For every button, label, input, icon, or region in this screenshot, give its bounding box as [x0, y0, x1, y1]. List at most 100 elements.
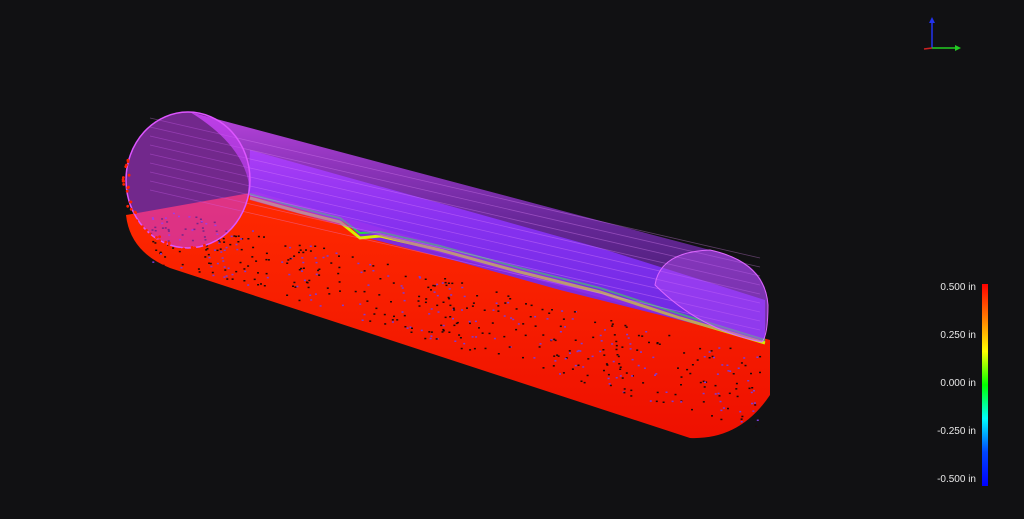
scan-point	[474, 320, 477, 323]
scan-point	[630, 389, 633, 392]
scan-point	[607, 373, 610, 376]
scan-point	[436, 304, 439, 307]
scan-point	[294, 286, 297, 288]
scan-point	[671, 400, 674, 403]
scan-point	[509, 298, 512, 300]
scan-point	[600, 340, 603, 342]
scan-point	[484, 347, 487, 350]
3d-viewport[interactable]: 0.500 in 0.250 in 0.000 in -0.250 in -0.…	[0, 0, 1024, 514]
scan-point	[155, 249, 158, 251]
scan-point	[288, 273, 291, 276]
scan-point	[178, 250, 181, 253]
scan-point	[754, 404, 757, 406]
scan-point	[292, 285, 294, 287]
scan-point	[131, 214, 134, 218]
scan-point	[314, 245, 317, 247]
scan-point	[429, 337, 432, 340]
scan-point	[445, 284, 448, 287]
scan-point	[418, 295, 421, 298]
scan-point	[582, 366, 585, 368]
scan-point	[216, 249, 219, 252]
scan-point	[296, 285, 299, 288]
scan-point	[497, 305, 500, 307]
scan-point	[637, 334, 640, 337]
scan-point	[384, 323, 387, 325]
scan-point	[602, 349, 605, 351]
scan-point	[689, 372, 692, 375]
scan-point	[655, 400, 658, 403]
legend-tick-label: -0.250 in	[937, 426, 976, 437]
scan-point	[208, 256, 211, 259]
scan-point	[557, 355, 560, 357]
scan-point	[203, 243, 206, 247]
scan-point	[740, 362, 743, 364]
scan-point	[214, 249, 216, 251]
scan-point	[488, 332, 491, 335]
scan-point	[314, 257, 317, 259]
scan-point	[182, 247, 186, 251]
scan-point	[190, 246, 194, 249]
scan-point	[225, 246, 228, 249]
scan-point	[366, 300, 369, 302]
scan-point	[459, 337, 462, 339]
scan-point	[759, 355, 762, 358]
scan-point	[309, 245, 312, 247]
scan-point	[727, 370, 730, 372]
scan-point	[559, 331, 562, 333]
scan-point	[135, 219, 139, 223]
scan-point	[497, 310, 500, 312]
scan-point	[751, 387, 754, 389]
scan-point	[718, 347, 721, 349]
scan-point	[636, 349, 639, 351]
scan-point	[428, 313, 431, 315]
scan-point	[580, 380, 583, 382]
scan-point	[534, 325, 537, 327]
scan-point	[392, 282, 395, 284]
scan-point	[162, 264, 165, 267]
scan-point	[174, 248, 178, 251]
scan-point	[735, 382, 738, 385]
scan-point	[252, 230, 254, 232]
scan-point	[708, 351, 711, 353]
scan-point	[227, 267, 230, 269]
scan-point	[495, 302, 498, 304]
scan-point	[747, 380, 750, 382]
scan-point	[756, 419, 759, 421]
scan-point	[226, 278, 229, 280]
scan-point	[591, 355, 594, 358]
scan-point	[417, 300, 420, 302]
scan-point	[713, 356, 715, 359]
scan-point	[363, 313, 366, 316]
scan-point	[309, 250, 312, 252]
scan-point	[360, 271, 363, 274]
scan-point	[225, 275, 228, 277]
scan-point	[615, 348, 618, 351]
scan-point	[611, 343, 614, 345]
scan-point	[236, 248, 239, 251]
scan-point	[284, 245, 287, 247]
scan-point	[559, 325, 562, 328]
scan-point	[410, 331, 413, 333]
scan-point	[674, 393, 677, 396]
scan-point	[740, 421, 743, 423]
scan-point	[617, 355, 620, 358]
scan-point	[430, 331, 433, 333]
scan-point	[703, 356, 706, 358]
scan-point	[338, 281, 341, 283]
scan-point	[354, 290, 357, 293]
scan-point	[631, 375, 634, 377]
scan-point	[229, 243, 232, 246]
scan-point	[265, 272, 268, 275]
scan-point	[594, 321, 597, 324]
scan-point	[444, 316, 447, 319]
scan-point	[391, 321, 394, 323]
scan-point	[714, 393, 717, 395]
scan-point	[564, 326, 566, 328]
scan-point	[145, 229, 148, 232]
scan-point	[615, 344, 618, 347]
scan-point	[148, 232, 152, 236]
scan-point	[401, 287, 404, 289]
scan-point	[629, 348, 632, 350]
scan-point	[293, 281, 296, 284]
scan-point	[468, 320, 471, 323]
